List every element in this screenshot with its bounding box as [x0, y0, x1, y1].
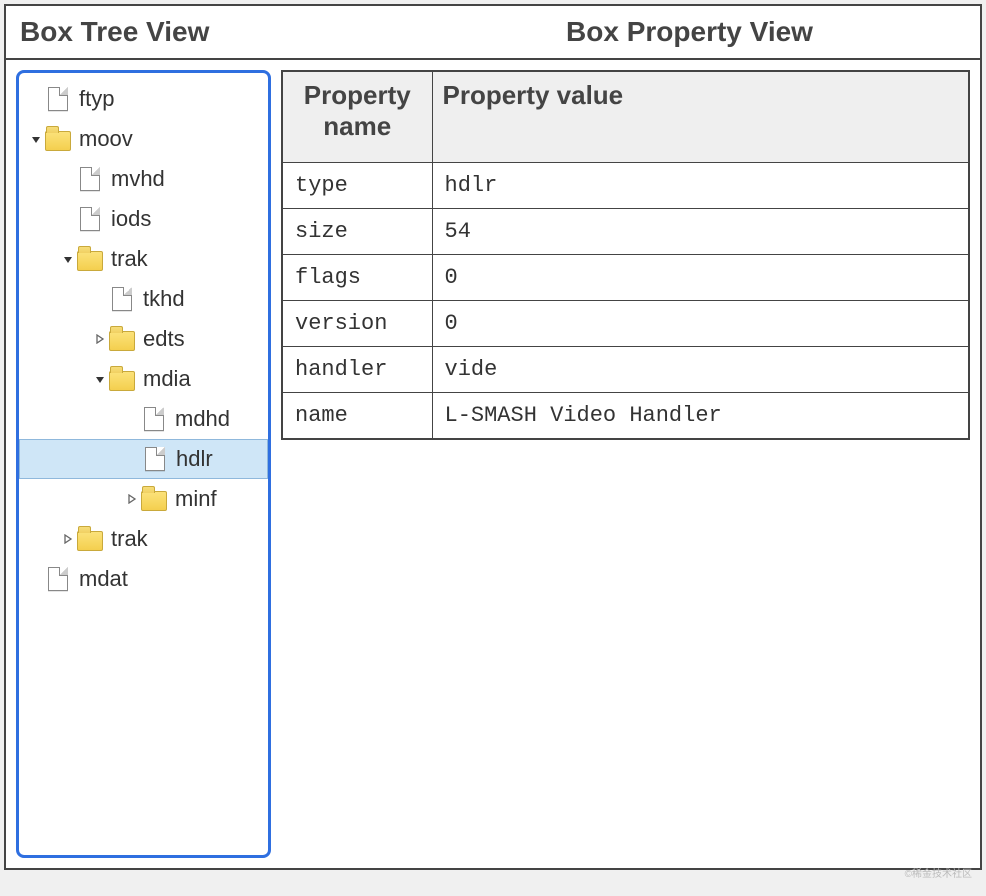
- tree-node-label: mdat: [79, 566, 262, 592]
- property-view-title: Box Property View: [399, 6, 980, 58]
- tree-node-label: trak: [111, 526, 262, 552]
- file-icon: [45, 86, 71, 112]
- tree-node-label: tkhd: [143, 286, 262, 312]
- tree-node-hdlr[interactable]: hdlr: [19, 439, 268, 479]
- folder-icon: [141, 491, 167, 511]
- file-icon: [48, 87, 68, 111]
- tree-node-label: edts: [143, 326, 262, 352]
- tree-node-edts[interactable]: edts: [19, 319, 268, 359]
- folder-icon: [77, 531, 103, 551]
- property-row[interactable]: flags0: [282, 255, 969, 301]
- tree-node-label: moov: [79, 126, 262, 152]
- app-frame: Box Tree View Box Property View ftyp moov…: [4, 4, 982, 870]
- tree-node-mvhd[interactable]: mvhd: [19, 159, 268, 199]
- folder-icon: [109, 371, 135, 391]
- file-icon: [144, 407, 164, 431]
- header-row: Box Tree View Box Property View: [6, 6, 980, 60]
- file-icon: [80, 207, 100, 231]
- tree-node-iods[interactable]: iods: [19, 199, 268, 239]
- tree-node-tkhd[interactable]: tkhd: [19, 279, 268, 319]
- folder-icon: [109, 326, 135, 352]
- file-icon: [141, 406, 167, 432]
- tree-toggle-icon[interactable]: [93, 334, 107, 344]
- tree-node-moov[interactable]: moov: [19, 119, 268, 159]
- property-panel: Property name Property value typehdlrsiz…: [281, 70, 970, 858]
- property-table: Property name Property value typehdlrsiz…: [281, 70, 970, 440]
- property-value: vide: [432, 347, 969, 393]
- tree-toggle-icon[interactable]: [61, 534, 75, 544]
- tree-toggle-icon[interactable]: [93, 374, 107, 384]
- tree-view-title: Box Tree View: [6, 6, 399, 58]
- file-icon: [45, 566, 71, 592]
- folder-icon: [109, 331, 135, 351]
- tree-toggle-icon[interactable]: [125, 494, 139, 504]
- property-row[interactable]: typehdlr: [282, 163, 969, 209]
- property-name: handler: [282, 347, 432, 393]
- property-name: version: [282, 301, 432, 347]
- property-value: L-SMASH Video Handler: [432, 393, 969, 440]
- file-icon: [77, 206, 103, 232]
- watermark: ©稀金技术社区: [905, 865, 972, 880]
- file-icon: [145, 447, 165, 471]
- property-value: 0: [432, 255, 969, 301]
- property-row[interactable]: size54: [282, 209, 969, 255]
- tree-toggle-icon[interactable]: [29, 134, 43, 144]
- property-value: 0: [432, 301, 969, 347]
- tree-node-ftyp[interactable]: ftyp: [19, 79, 268, 119]
- file-icon: [112, 287, 132, 311]
- folder-icon: [45, 131, 71, 151]
- property-header-name: Property name: [282, 71, 432, 163]
- property-name: flags: [282, 255, 432, 301]
- file-icon: [48, 567, 68, 591]
- file-icon: [142, 446, 168, 472]
- folder-icon: [77, 526, 103, 552]
- file-icon: [80, 167, 100, 191]
- file-icon: [109, 286, 135, 312]
- tree-toggle-icon[interactable]: [61, 254, 75, 264]
- box-tree-panel[interactable]: ftyp moov mvhd iods trak tkhd edts mdia mdhd hdlr…: [16, 70, 271, 858]
- tree-node-label: trak: [111, 246, 262, 272]
- tree-node-label: mdia: [143, 366, 262, 392]
- tree-node-label: mvhd: [111, 166, 262, 192]
- file-icon: [77, 166, 103, 192]
- tree-node-trak[interactable]: trak: [19, 519, 268, 559]
- property-row[interactable]: handlervide: [282, 347, 969, 393]
- folder-icon: [77, 246, 103, 272]
- folder-icon: [45, 126, 71, 152]
- folder-icon: [141, 486, 167, 512]
- property-row[interactable]: nameL-SMASH Video Handler: [282, 393, 969, 440]
- body-row: ftyp moov mvhd iods trak tkhd edts mdia mdhd hdlr…: [6, 60, 980, 868]
- folder-icon: [77, 251, 103, 271]
- property-header-value: Property value: [432, 71, 969, 163]
- property-value: 54: [432, 209, 969, 255]
- tree-node-minf[interactable]: minf: [19, 479, 268, 519]
- property-name: type: [282, 163, 432, 209]
- tree-node-label: minf: [175, 486, 262, 512]
- tree-node-label: mdhd: [175, 406, 262, 432]
- tree-node-label: ftyp: [79, 86, 262, 112]
- tree-node-mdhd[interactable]: mdhd: [19, 399, 268, 439]
- property-name: name: [282, 393, 432, 440]
- property-row[interactable]: version0: [282, 301, 969, 347]
- tree-node-label: iods: [111, 206, 262, 232]
- tree-node-trak[interactable]: trak: [19, 239, 268, 279]
- tree-node-mdat[interactable]: mdat: [19, 559, 268, 599]
- tree-node-label: hdlr: [176, 446, 261, 472]
- property-name: size: [282, 209, 432, 255]
- tree-node-mdia[interactable]: mdia: [19, 359, 268, 399]
- property-value: hdlr: [432, 163, 969, 209]
- folder-icon: [109, 366, 135, 392]
